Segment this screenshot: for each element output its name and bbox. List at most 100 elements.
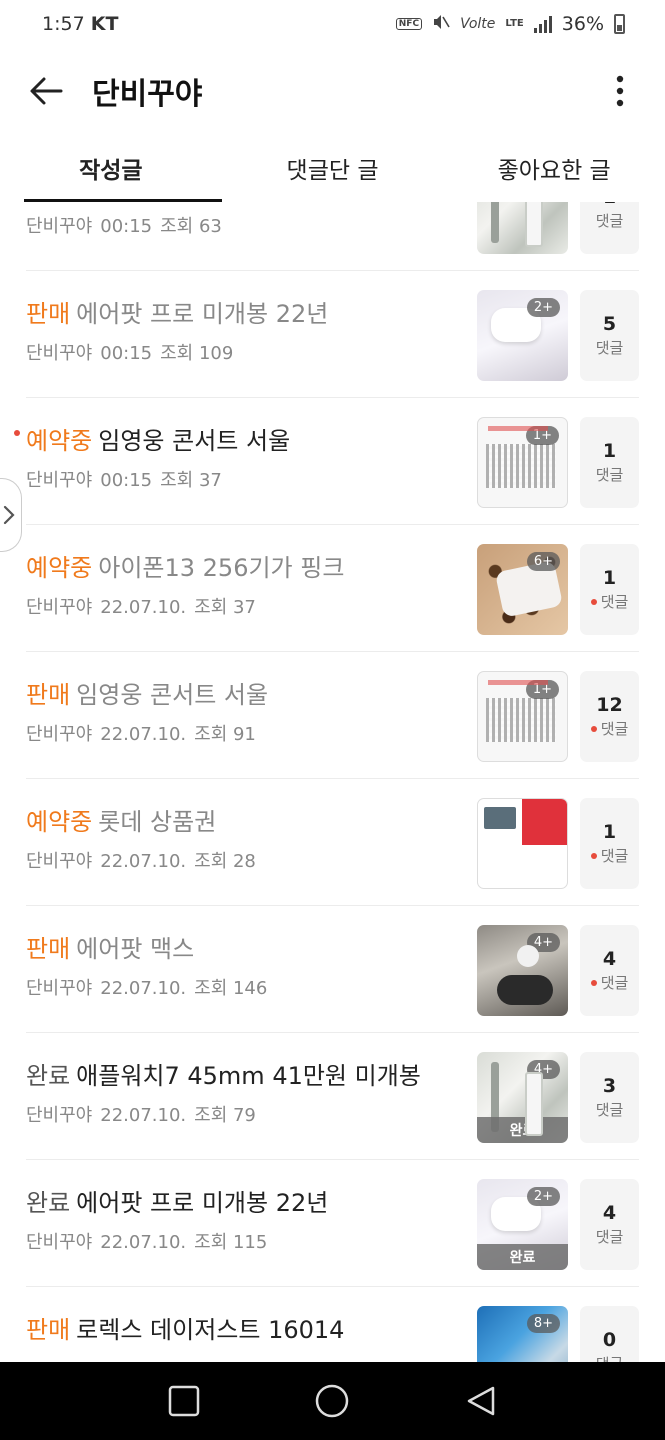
item-views: 조회 37 [160,470,222,491]
item-name: 에어팟 맥스 [76,935,195,963]
list-item[interactable]: 예약중 롯데 상품권 단비꾸야 22.07.10. 조회 28 1 댓글 [26,779,639,906]
item-name: 임영웅 콘서트 서울 [98,427,291,455]
page-title: 단비꾸야 [92,77,203,112]
item-time: 00:15 [100,470,153,491]
item-author: 단비꾸야 [26,470,93,491]
item-meta: 단비꾸야 22.07.10. 조회 28 [26,847,264,873]
item-views: 조회 63 [160,216,222,237]
comment-count: 4 [602,948,617,970]
item-name: 임영웅 콘서트 서울 [76,681,269,709]
item-author: 단비꾸야 [26,343,93,364]
item-thumbnail[interactable]: 1+ [477,417,568,508]
comment-count-box[interactable]: 1댓글 [580,417,639,508]
list-item[interactable]: 판매 임영웅 콘서트 서울 단비꾸야 22.07.10. 조회 91 1+ 12 댓글 [26,652,639,779]
item-time: 22.07.10. [100,1232,187,1253]
list-item[interactable]: 판매 에어팟 맥스 단비꾸야 22.07.10. 조회 146 4+ 4 댓글 [26,906,639,1033]
item-author: 단비꾸야 [26,597,93,618]
item-meta: 단비꾸야 00:15 조회 63 [26,212,230,238]
list-item[interactable]: 예약중 임영웅 콘서트 서울 단비꾸야 00:15 조회 37 1+ 1 댓글 [14,398,639,525]
item-title: 예약중 롯데 상품권 [26,802,216,837]
item-thumbnail[interactable]: 4+ 완료 [477,1052,568,1143]
unread-dot [14,430,20,436]
list-item[interactable]: 판매애플워치7 45mm 41만원 미개봉단비꾸야00:15조회 634+1댓글 [26,202,639,271]
item-title: 예약중 임영웅 콘서트 서울 [26,421,290,456]
comment-count-box[interactable]: 1댓글 [580,544,639,635]
tab-liked-posts[interactable]: 좋아요한 글 [443,134,665,202]
tab-commented-posts[interactable]: 댓글단 글 [222,134,444,202]
item-thumbnail[interactable]: 4+ [477,202,568,254]
tab-bar: 작성글 댓글단 글 좋아요한 글 [0,134,665,202]
image-count-badge: 6+ [526,552,560,571]
item-thumbnail[interactable]: 1+ [477,671,568,762]
item-time: 22.07.10. [100,978,187,999]
item-time: 22.07.10. [100,1105,187,1126]
comment-count-box[interactable]: 12 댓글 [580,671,639,762]
item-title: 판매 에어팟 맥스 [26,929,194,964]
comment-count: 1 [602,440,617,462]
list-item[interactable]: 완료 애플워치7 45mm 41만원 미개봉 단비꾸야 22.07.10. 조회 79 4… [26,1033,639,1160]
item-thumbnail[interactable]: 2+ [477,290,568,381]
item-meta: 단비꾸야 22.07.10. 조회 79 [26,1101,264,1127]
comment-count-box[interactable]: 1댓글 [580,202,639,254]
item-views: 조회 28 [194,851,256,872]
item-title: 판매 에어팟 프로 미개봉 22년 [26,294,328,329]
comment-count-box[interactable]: 1댓글 [580,798,639,889]
app-header: 단비꾸야 [0,48,665,134]
comment-count-box[interactable]: 5 댓글 [580,290,639,381]
comment-count: 0 [602,1329,617,1351]
item-time: 22.07.10. [100,851,187,872]
item-thumbnail[interactable]: 6+ [477,544,568,635]
battery-percent: 36% [561,13,604,35]
back-nav-button[interactable] [451,1371,511,1431]
home-button[interactable] [302,1371,362,1431]
status-bar: 1:57 KT NFC Volte LTE 36% [0,0,665,48]
item-thumbnail[interactable]: 4+ [477,925,568,1016]
item-thumbnail[interactable] [477,798,568,889]
image-count-badge: 1+ [525,680,559,699]
signal-icon [533,15,552,33]
more-options-button[interactable] [575,48,665,134]
completed-overlay: 완료 [477,1244,568,1270]
tab-my-posts[interactable]: 작성글 [0,134,222,202]
item-views: 조회 109 [160,343,234,364]
recent-apps-button[interactable] [154,1371,214,1431]
new-comment-dot [590,852,597,859]
mute-icon [432,13,450,35]
comment-count-box[interactable]: 0 댓글 [580,1306,639,1362]
comment-count-box[interactable]: 4 댓글 [580,925,639,1016]
side-panel-handle[interactable] [0,478,22,552]
item-time: 00:15 [100,343,153,364]
comment-count: 1 [602,567,617,589]
back-button[interactable] [0,48,92,134]
comment-count-box[interactable]: 3 댓글 [580,1052,639,1143]
comment-count: 3 [602,1075,617,1097]
item-views: 조회 115 [194,1232,268,1253]
nfc-icon: NFC [395,18,423,30]
post-list[interactable]: 판매애플워치7 45mm 41만원 미개봉단비꾸야00:15조회 634+1댓글… [0,202,665,1362]
item-name: 에어팟 프로 미개봉 22년 [76,300,329,328]
item-thumbnail[interactable]: 2+ 완료 [477,1179,568,1270]
list-item[interactable]: 예약중 아이폰13 256기가 핑크단비꾸야 22.07.10. 조회 37 6+ 1 댓글 [26,525,639,652]
completed-overlay: 완료 [477,1117,568,1143]
item-title: 예약중 아이폰13 256기가 핑크 [26,548,344,583]
item-name: 아이폰13 256기가 핑크 [98,554,345,582]
image-count-badge: 2+ [526,298,560,317]
item-meta [26,1355,50,1362]
image-count-badge: 1+ [525,426,559,445]
image-count-badge: 4+ [526,1060,560,1079]
item-name: 에어팟 프로 미개봉 22년 [76,1189,329,1217]
comment-count-box[interactable]: 4 댓글 [580,1179,639,1270]
list-item[interactable]: 완료 에어팟 프로 미개봉 22년 단비꾸야 22.07.10. 조회 115 2+ 완료 4… [26,1160,639,1287]
comment-count: 5 [602,313,617,335]
item-name: 롯데 상품권 [98,808,217,836]
list-item[interactable]: 판매 에어팟 프로 미개봉 22년단비꾸야 00:15 조회 109 2+ 5 댓글 [26,271,639,398]
item-meta: 단비꾸야 22.07.10. 조회 37 [26,593,264,619]
new-comment-dot [590,725,597,732]
more-vertical-icon [616,75,624,107]
item-thumbnail[interactable]: 8+ [477,1306,568,1362]
item-status: 예약중 [26,427,93,455]
arrow-left-icon [30,77,63,105]
list-item[interactable]: 판매로렉스 데이저스트 16014 8+ 0 댓글 [26,1287,639,1362]
item-status: 판매 [26,1316,71,1344]
item-author: 단비꾸야 [26,724,93,745]
